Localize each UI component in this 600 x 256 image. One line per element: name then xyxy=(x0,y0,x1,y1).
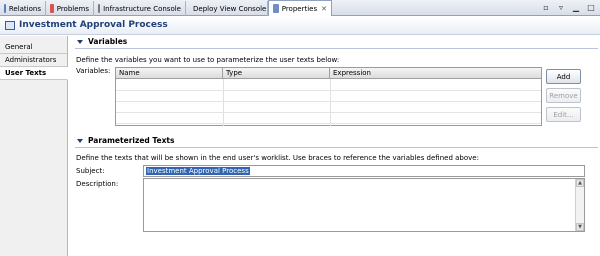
page-title: Investment Approval Process xyxy=(19,20,168,30)
close-icon[interactable]: ✕ xyxy=(321,5,327,13)
minimize-icon[interactable]: ▁ xyxy=(571,2,581,12)
column-header-expression[interactable]: Expression xyxy=(330,68,542,79)
tab-properties[interactable]: Properties ✕ xyxy=(268,0,332,16)
collapse-triangle-icon xyxy=(77,39,83,44)
properties-sidebar: General Administrators User Texts xyxy=(0,36,68,256)
properties-title-bar: Investment Approval Process xyxy=(0,16,600,35)
problems-icon xyxy=(50,4,54,13)
sidebar-item-label: User Texts xyxy=(5,69,47,77)
scroll-up-icon[interactable]: ▲ xyxy=(576,179,584,187)
tab-infrastructure-console[interactable]: Infrastructure Console xyxy=(94,1,186,16)
edit-button[interactable]: Edit... xyxy=(546,107,581,122)
column-header-name[interactable]: Name xyxy=(116,68,223,79)
sidebar-item-label: Administrators xyxy=(5,56,57,64)
sidebar-item-administrators[interactable]: Administrators xyxy=(0,54,67,67)
relations-icon xyxy=(4,4,6,13)
scroll-down-icon[interactable]: ▼ xyxy=(576,223,584,231)
tab-label: Infrastructure Console xyxy=(103,4,181,13)
description-field[interactable]: ▲ ▼ xyxy=(143,178,585,232)
section-divider xyxy=(75,48,598,49)
properties-icon xyxy=(273,4,279,13)
tab-label: Problems xyxy=(56,4,89,13)
tab-label: Relations xyxy=(8,4,41,13)
texts-heading: Parameterized Texts xyxy=(88,136,175,145)
description-label: Description: xyxy=(76,180,119,188)
column-divider xyxy=(223,79,224,126)
tab-problems[interactable]: Problems xyxy=(46,1,94,16)
variables-label: Variables: xyxy=(76,67,111,75)
table-row[interactable] xyxy=(116,90,541,91)
sidebar-item-general[interactable]: General xyxy=(0,41,67,54)
view-tab-bar: Relations Problems Infrastructure Consol… xyxy=(0,0,600,16)
column-divider xyxy=(330,79,331,126)
variables-description: Define the variables you want to use to … xyxy=(76,56,340,64)
table-header: Name Type Expression xyxy=(116,68,541,79)
subject-label: Subject: xyxy=(76,167,105,175)
texts-section-toggle[interactable]: Parameterized Texts xyxy=(77,136,174,145)
remove-button[interactable]: Remove xyxy=(546,88,581,103)
process-icon xyxy=(5,20,15,30)
subject-field[interactable]: Investment Approval Process xyxy=(143,165,585,177)
view-toolbar: ▫ ▿ ▁ □ xyxy=(541,2,596,12)
tab-label: Properties xyxy=(281,4,318,13)
table-row[interactable] xyxy=(116,101,541,102)
variables-heading: Variables xyxy=(88,37,128,46)
tab-relations[interactable]: Relations xyxy=(0,1,46,16)
column-header-type[interactable]: Type xyxy=(223,68,330,79)
tab-label: Deploy View Console xyxy=(193,4,267,13)
section-divider xyxy=(75,147,598,148)
subject-value: Investment Approval Process xyxy=(146,167,250,175)
table-row[interactable] xyxy=(116,112,541,113)
pin-icon[interactable]: ▫ xyxy=(541,2,551,12)
view-menu-icon[interactable]: ▿ xyxy=(556,2,566,12)
sidebar-item-user-texts[interactable]: User Texts xyxy=(0,67,68,80)
sidebar-item-label: General xyxy=(5,43,33,51)
texts-description: Define the texts that will be shown in t… xyxy=(76,154,479,162)
variables-section-toggle[interactable]: Variables xyxy=(77,37,127,46)
variables-table[interactable]: Name Type Expression xyxy=(115,67,542,126)
vertical-scrollbar[interactable]: ▲ ▼ xyxy=(575,179,584,231)
collapse-triangle-icon xyxy=(77,138,83,143)
tab-deploy-view-console[interactable]: Deploy View Console xyxy=(186,1,268,16)
table-row[interactable] xyxy=(116,123,541,124)
console-icon xyxy=(98,4,101,13)
maximize-icon[interactable]: □ xyxy=(586,2,596,12)
add-button[interactable]: Add xyxy=(546,69,581,84)
